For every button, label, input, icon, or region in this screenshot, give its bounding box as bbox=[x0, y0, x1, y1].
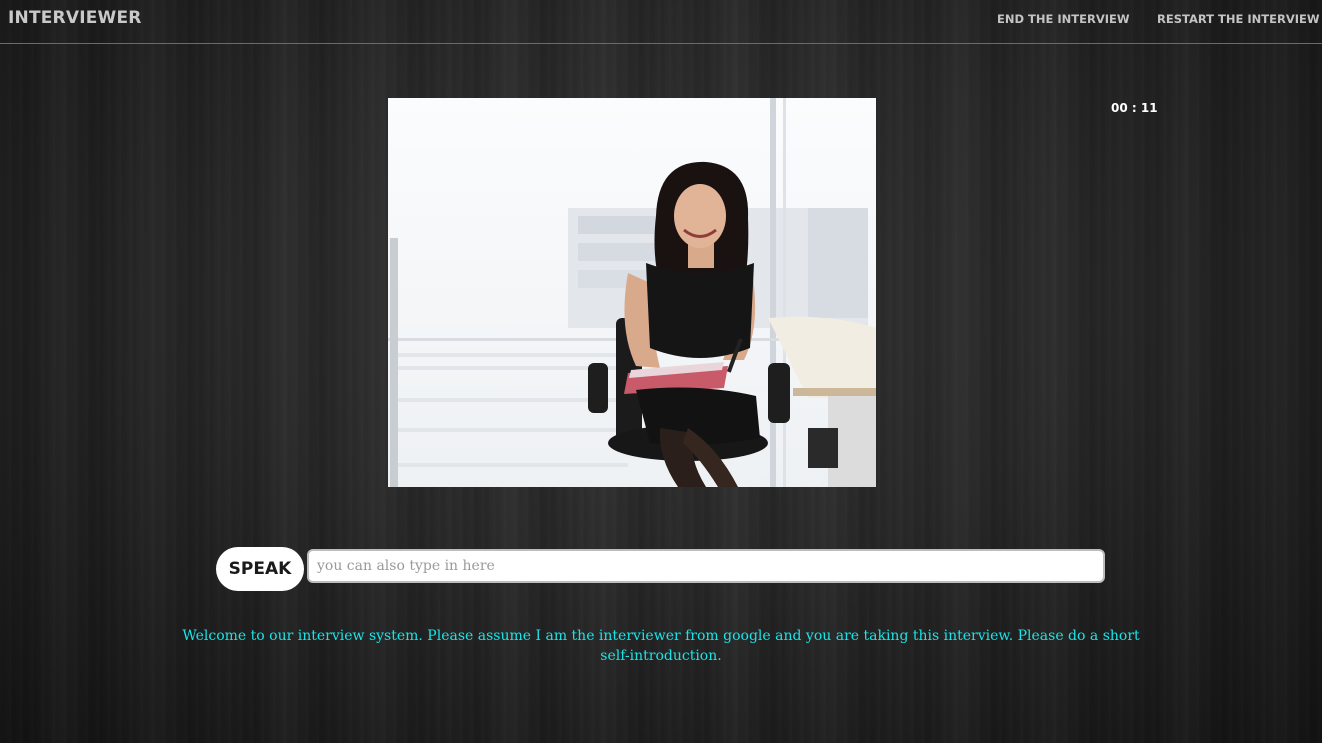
message-input[interactable] bbox=[307, 549, 1105, 583]
end-interview-link[interactable]: END THE INTERVIEW bbox=[997, 12, 1130, 26]
interviewer-message: Welcome to our interview system. Please … bbox=[182, 628, 1140, 664]
brand-title[interactable]: INTERVIEWER bbox=[8, 8, 142, 28]
speak-button[interactable]: SPEAK bbox=[216, 547, 304, 591]
interview-timer: 00 : 11 bbox=[1111, 101, 1158, 115]
interviewer-photo bbox=[388, 98, 876, 487]
restart-interview-link[interactable]: RESTART THE INTERVIEW bbox=[1157, 12, 1320, 26]
navbar: INTERVIEWER END THE INTERVIEW RESTART TH… bbox=[0, 0, 1322, 44]
